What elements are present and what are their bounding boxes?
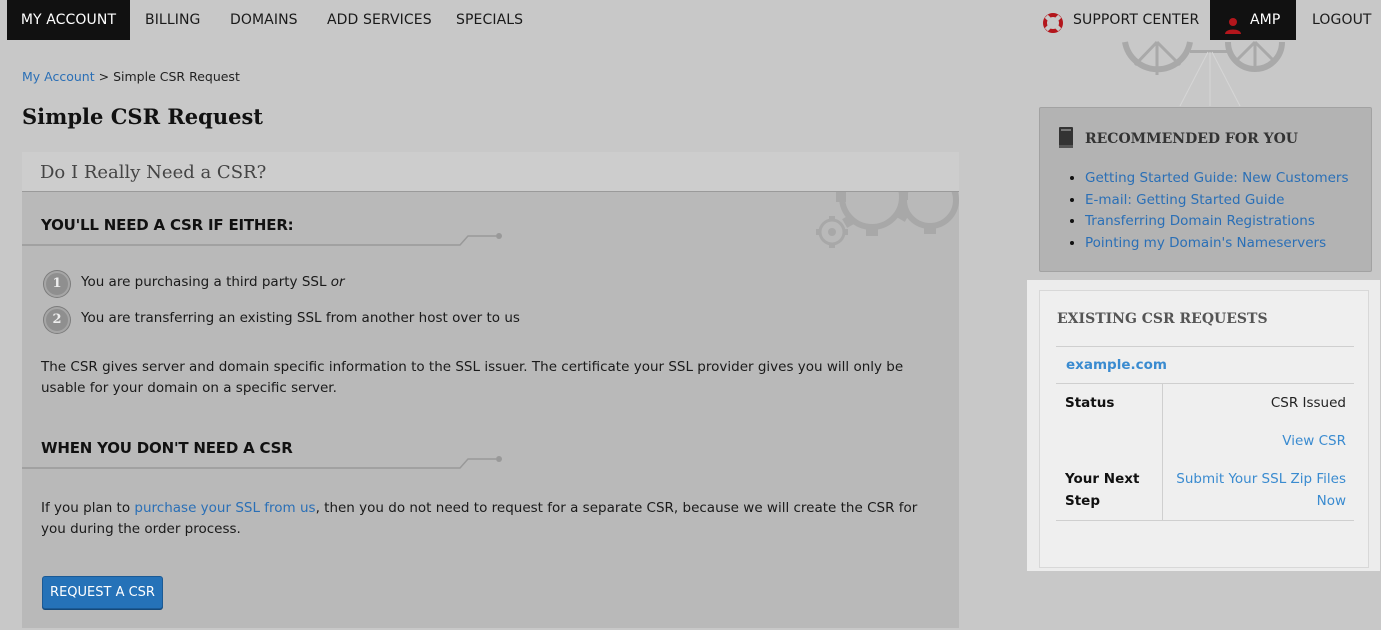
list-item: E-mail: Getting Started Guide [1085, 190, 1349, 212]
user-name: AMP [1250, 12, 1281, 28]
step-1-badge: 1 [44, 271, 70, 297]
step-1-text: You are purchasing a third party SSL or [81, 274, 345, 290]
next-step-label: Your Next Step [1065, 471, 1140, 509]
divider [1056, 383, 1354, 384]
list-item: Pointing my Domain's Nameservers [1085, 233, 1349, 255]
csr-explanation: The CSR gives server and domain specific… [41, 359, 904, 396]
support-label: SUPPORT CENTER [1073, 12, 1200, 28]
lifebuoy-icon [1043, 9, 1063, 33]
nav-my-account[interactable]: MY ACCOUNT [7, 0, 130, 40]
recommended-list: Getting Started Guide: New Customers E-m… [1066, 168, 1349, 255]
breadcrumb-my-account[interactable]: My Account [22, 69, 95, 84]
nav-billing[interactable]: BILLING [145, 0, 200, 40]
recommended-link[interactable]: Pointing my Domain's Nameservers [1085, 235, 1326, 251]
list-item: Transferring Domain Registrations [1085, 211, 1349, 233]
csr-domain-link[interactable]: example.com [1066, 357, 1167, 373]
request-csr-button[interactable]: REQUEST A CSR [42, 576, 163, 609]
breadcrumb-current: Simple CSR Request [113, 69, 240, 84]
nav-support-center[interactable]: SUPPORT CENTER [1043, 0, 1200, 40]
nav-add-services[interactable]: ADD SERVICES [327, 0, 432, 40]
nav-specials[interactable]: SPECIALS [456, 0, 523, 40]
section-divider-line [22, 456, 502, 469]
book-icon [1057, 126, 1075, 150]
card-body: YOU'LL NEED A CSR IF EITHER: 1 You are p… [22, 191, 959, 628]
step-2-text: You are transferring an existing SSL fro… [81, 310, 520, 326]
submit-ssl-zip-link[interactable]: Submit Your SSL Zip Files Now [1176, 471, 1346, 509]
nav-logout[interactable]: LOGOUT [1312, 0, 1372, 40]
existing-csr-panel: EXISTING CSR REQUESTS example.com Status… [1027, 280, 1380, 571]
card-header: Do I Really Need a CSR? [22, 152, 959, 191]
divider [1056, 520, 1354, 521]
recommended-link[interactable]: E-mail: Getting Started Guide [1085, 192, 1284, 208]
status-value: CSR Issued [1270, 395, 1346, 411]
view-csr-link[interactable]: View CSR [1282, 433, 1346, 449]
status-label: Status [1065, 395, 1115, 411]
step-2-badge: 2 [44, 307, 70, 333]
list-item: Getting Started Guide: New Customers [1085, 168, 1349, 190]
divider [1056, 346, 1354, 347]
wheels-decoration [1120, 40, 1320, 108]
card-title: Do I Really Need a CSR? [40, 162, 267, 183]
recommended-panel: RECOMMENDED FOR YOU Getting Started Guid… [1039, 107, 1372, 272]
section-divider-line [22, 233, 502, 246]
top-navigation: MY ACCOUNT BILLING DOMAINS ADD SERVICES … [7, 0, 1381, 40]
recommended-title: RECOMMENDED FOR YOU [1085, 131, 1298, 147]
breadcrumb-separator: > [98, 69, 110, 84]
purchase-ssl-link[interactable]: purchase your SSL from us [134, 500, 315, 516]
recommended-link[interactable]: Getting Started Guide: New Customers [1085, 170, 1349, 186]
existing-csr-box: EXISTING CSR REQUESTS example.com Status… [1039, 290, 1369, 568]
page-title: Simple CSR Request [22, 104, 263, 129]
divider [1162, 384, 1163, 520]
user-icon [1224, 11, 1242, 34]
recommended-link[interactable]: Transferring Domain Registrations [1085, 213, 1315, 229]
breadcrumb: My Account > Simple CSR Request [22, 69, 240, 84]
existing-csr-title: EXISTING CSR REQUESTS [1057, 311, 1268, 327]
nav-user-account[interactable]: AMP [1210, 0, 1296, 40]
nav-domains[interactable]: DOMAINS [230, 0, 298, 40]
gear-decoration [762, 192, 959, 252]
no-csr-explanation: If you plan to purchase your SSL from us… [41, 500, 918, 537]
